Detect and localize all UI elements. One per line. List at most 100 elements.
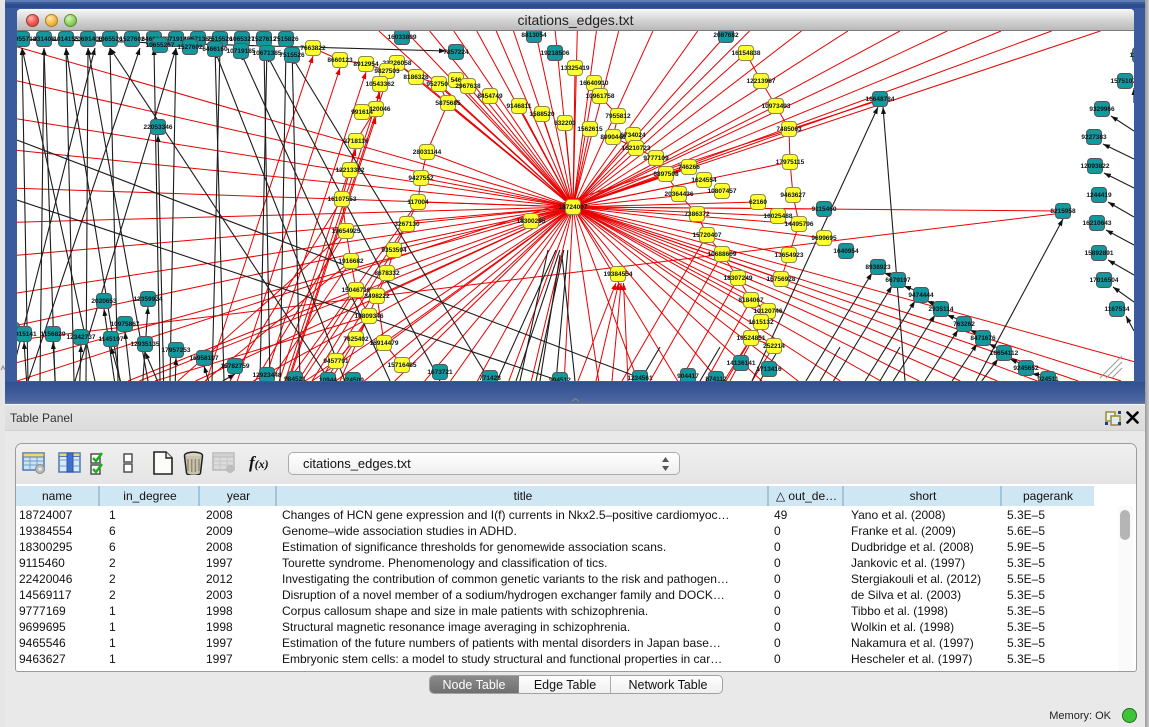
svg-text:8678332: 8678332	[374, 270, 400, 277]
svg-text:16958107: 16958107	[190, 355, 219, 362]
svg-text:16640910: 16640910	[580, 80, 609, 87]
svg-text:8186328: 8186328	[403, 74, 429, 81]
svg-text:12935135: 12935135	[131, 341, 160, 348]
svg-text:7955812: 7955812	[605, 113, 631, 120]
svg-text:16210643: 16210643	[1083, 220, 1112, 227]
svg-text:1615132: 1615132	[748, 319, 774, 326]
svg-text:7515826: 7515826	[273, 36, 299, 43]
svg-text:632203: 632203	[554, 120, 576, 127]
svg-text:12093822: 12093822	[1081, 163, 1110, 170]
svg-text:6679197: 6679197	[885, 277, 911, 284]
svg-text:10944: 10944	[319, 377, 337, 381]
svg-text:10807457: 10807457	[708, 188, 737, 195]
svg-text:9427552: 9427552	[408, 175, 434, 182]
svg-text:991614: 991614	[351, 109, 373, 116]
svg-text:1527602: 1527602	[177, 44, 203, 51]
svg-text:124509: 124509	[342, 377, 364, 381]
svg-text:10688609: 10688609	[708, 251, 737, 258]
svg-text:1588520: 1588520	[529, 111, 555, 118]
svg-text:111245: 111245	[1130, 52, 1134, 59]
svg-text:19654925: 19654925	[332, 228, 361, 235]
svg-text:12213382: 12213382	[336, 167, 365, 174]
svg-text:9777109: 9777109	[643, 155, 669, 162]
svg-text:9827503: 9827503	[374, 68, 400, 75]
svg-text:15720407: 15720407	[693, 232, 722, 239]
svg-text:1224561: 1224561	[627, 375, 653, 381]
svg-text:7485063: 7485063	[776, 126, 802, 133]
svg-text:17957253: 17957253	[162, 347, 191, 354]
svg-text:904417: 904417	[677, 373, 699, 380]
svg-text:874112: 874112	[705, 376, 727, 381]
svg-text:1156829: 1156829	[41, 331, 66, 338]
svg-text:12359924: 12359924	[134, 296, 163, 303]
svg-text:8660123: 8660123	[327, 57, 353, 64]
svg-text:15751074: 15751074	[1111, 78, 1134, 85]
svg-text:1713416: 1713416	[756, 366, 782, 373]
svg-text:6734024: 6734024	[620, 132, 646, 139]
svg-text:7515526: 7515526	[279, 52, 305, 59]
svg-text:18307249: 18307249	[724, 275, 753, 282]
svg-text:6466160: 6466160	[202, 46, 228, 53]
svg-text:16033809: 16033809	[388, 34, 417, 41]
svg-text:117004: 117004	[407, 199, 429, 206]
svg-text:1916682: 1916682	[338, 258, 364, 265]
svg-text:746266: 746266	[678, 164, 700, 171]
svg-text:252214: 252214	[763, 343, 785, 350]
svg-text:8471676: 8471676	[970, 335, 996, 342]
svg-text:13325419: 13325419	[561, 65, 590, 72]
svg-text:10025488: 10025488	[764, 213, 793, 220]
svg-text:16648784: 16648784	[866, 96, 895, 103]
svg-text:9699695: 9699695	[811, 235, 837, 242]
svg-text:9329966: 9329966	[1089, 106, 1115, 113]
svg-text:9146811: 9146811	[507, 103, 532, 110]
svg-text:16809346: 16809346	[355, 313, 384, 320]
svg-text:8215958: 8215958	[1050, 208, 1076, 215]
svg-text:9463627: 9463627	[780, 192, 806, 199]
svg-text:2718116: 2718116	[344, 138, 369, 145]
svg-text:1673721: 1673721	[427, 369, 453, 376]
svg-text:62160: 62160	[749, 199, 767, 206]
svg-text:17975115: 17975115	[776, 159, 805, 166]
svg-text:16107553: 16107553	[328, 196, 357, 203]
svg-text:8938923: 8938923	[865, 264, 891, 271]
svg-text:14136141: 14136141	[727, 360, 756, 367]
svg-text:12213967: 12213967	[747, 78, 776, 85]
svg-text:2020653: 2020653	[91, 298, 117, 305]
svg-text:18724007: 18724007	[559, 204, 588, 211]
svg-text:9457791: 9457791	[323, 358, 349, 365]
svg-text:7663822: 7663822	[300, 45, 326, 52]
svg-text:12342737: 12342737	[67, 334, 96, 341]
svg-text:3915141: 3915141	[17, 331, 37, 338]
svg-text:9227383: 9227383	[1081, 134, 1107, 141]
svg-text:10543362: 10543362	[366, 81, 395, 88]
svg-text:16210723: 16210723	[622, 145, 651, 152]
svg-text:2935114: 2935114	[929, 306, 954, 313]
svg-text:19218506: 19218506	[541, 50, 570, 57]
svg-text:931408: 931408	[33, 36, 55, 43]
svg-text:3498222: 3498222	[364, 293, 390, 300]
svg-text:19384554: 19384554	[604, 271, 633, 278]
svg-text:7625402: 7625402	[343, 336, 369, 343]
svg-text:2967638: 2967638	[455, 83, 481, 90]
svg-text:8454749: 8454749	[477, 93, 503, 100]
svg-text:1562615: 1562615	[577, 126, 603, 133]
svg-text:10961758: 10961758	[586, 93, 615, 100]
svg-text:5875685: 5875685	[435, 100, 461, 107]
svg-text:763262: 763262	[953, 321, 975, 328]
svg-text:14495796: 14495796	[785, 221, 814, 228]
svg-text:10671385: 10671385	[253, 50, 282, 57]
svg-text:12923448: 12923448	[253, 372, 282, 379]
svg-text:1640954: 1640954	[833, 248, 859, 255]
svg-text:6897508: 6897508	[653, 171, 679, 178]
svg-text:3267130: 3267130	[394, 221, 420, 228]
svg-text:10973493: 10973493	[762, 103, 791, 110]
svg-text:16782759: 16782759	[221, 363, 250, 370]
svg-text:16756928: 16756928	[767, 276, 796, 283]
svg-text:15716485: 15716485	[388, 362, 417, 369]
svg-text:16154838: 16154838	[732, 50, 761, 57]
svg-text:924511: 924511	[1037, 376, 1059, 381]
svg-text:9353594: 9353594	[381, 247, 407, 254]
svg-text:8184067: 8184067	[738, 297, 764, 304]
svg-text:15892891: 15892891	[1085, 250, 1114, 257]
svg-text:771423: 771423	[479, 375, 501, 381]
